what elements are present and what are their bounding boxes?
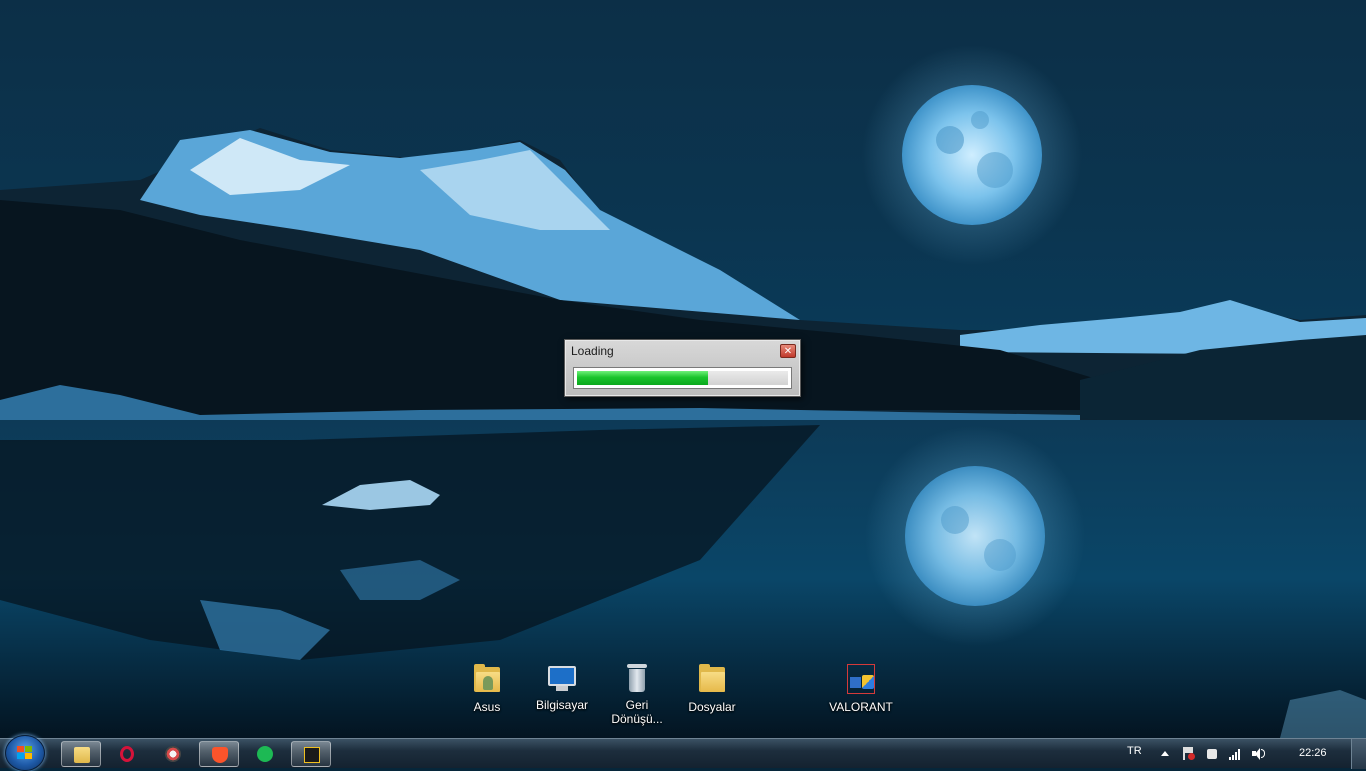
folder-icon [696, 664, 728, 696]
taskbar-file-explorer[interactable] [61, 741, 101, 767]
computer-icon [546, 662, 578, 694]
taskbar: TR 22:26 [0, 735, 1366, 771]
taskbar-app[interactable] [153, 741, 193, 767]
spotify-icon [257, 746, 273, 762]
show-desktop-button[interactable] [1351, 739, 1366, 769]
clock[interactable]: 22:26 [1299, 747, 1327, 759]
desktop-icon-label: Dosyalar [688, 700, 736, 714]
desktop-icon-asus[interactable]: Asus [449, 662, 525, 714]
volume-icon[interactable] [1252, 747, 1266, 760]
desktop-icon-valorant[interactable]: VALORANT [823, 664, 899, 714]
brave-icon [212, 747, 228, 763]
progress-bar [573, 367, 792, 389]
language-indicator[interactable]: TR [1127, 745, 1142, 757]
desktop-icon-recycle-bin[interactable]: Geri Dönüşü... [599, 662, 675, 726]
close-icon[interactable]: ✕ [780, 344, 796, 358]
show-hidden-icons-button[interactable] [1158, 747, 1172, 760]
desktop-icon-label: Geri Dönüşü... [611, 698, 663, 726]
desktop-icon-dosyalar[interactable]: Dosyalar [674, 662, 750, 714]
app-icon [165, 746, 181, 762]
valorant-shortcut-icon [845, 664, 877, 696]
desktop-icon-computer[interactable]: Bilgisayar [524, 662, 600, 712]
user-folder-icon [471, 664, 503, 696]
dialog-title: Loading [571, 344, 614, 358]
windows-logo-icon [17, 746, 33, 760]
recycle-bin-icon [621, 662, 653, 694]
taskbar-opera[interactable] [107, 741, 147, 767]
network-signal-icon[interactable] [1229, 747, 1243, 760]
start-button[interactable] [5, 735, 45, 771]
progress-track [577, 371, 788, 385]
desktop-icon-label: Asus [473, 700, 501, 714]
taskbar-brave[interactable] [199, 741, 239, 767]
desktop-wallpaper: Loading ✕ Asus Bilgisayar Geri Dönüşü... [0, 0, 1366, 738]
z-app-icon [304, 747, 320, 763]
power-plug-icon[interactable] [1205, 747, 1219, 760]
action-center-flag-icon[interactable] [1182, 747, 1196, 760]
progress-fill [577, 371, 708, 385]
desktop-icon-label: VALORANT [829, 700, 893, 714]
taskbar-loader[interactable] [291, 741, 331, 767]
dialog-titlebar[interactable]: Loading ✕ [565, 340, 800, 362]
opera-icon [120, 746, 134, 762]
loading-dialog: Loading ✕ [564, 339, 801, 397]
taskbar-spotify[interactable] [245, 741, 285, 767]
desktop-icon-label: Bilgisayar [535, 698, 589, 712]
folder-icon [74, 747, 90, 763]
